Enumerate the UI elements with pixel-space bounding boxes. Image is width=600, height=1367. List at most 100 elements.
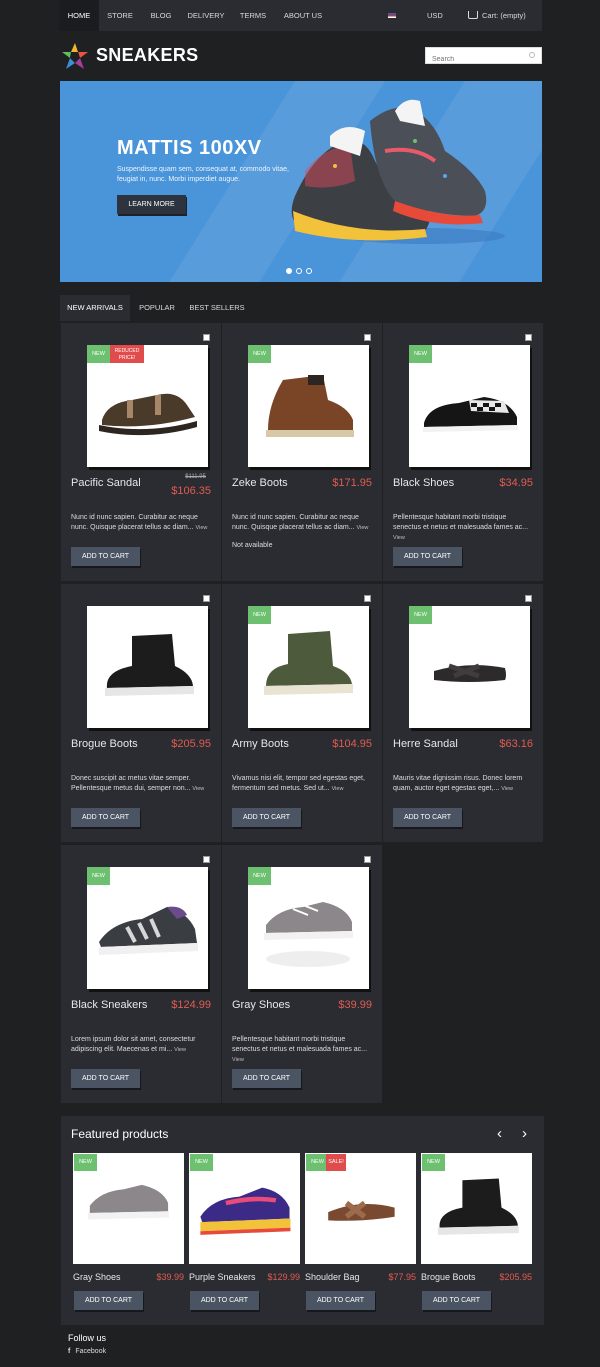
cart-icon xyxy=(468,11,478,19)
add-to-cart-button[interactable]: ADD TO CART xyxy=(190,1291,259,1310)
product-card: NEW Black Shoes $34.95 Pellentesque habi… xyxy=(383,323,543,581)
old-price: $111.95 xyxy=(185,474,206,480)
compare-checkbox[interactable] xyxy=(525,334,532,341)
product-price: $39.99 xyxy=(338,999,372,1011)
new-badge: NEW xyxy=(87,867,110,885)
description-text: Donec suscipit ac metus vitae semper. Pe… xyxy=(71,775,191,792)
nav-terms[interactable]: TERMS xyxy=(233,0,273,31)
add-to-cart-button[interactable]: ADD TO CART xyxy=(71,547,140,566)
product-image[interactable]: NEW xyxy=(409,606,530,728)
view-link[interactable]: View xyxy=(357,525,369,531)
product-price: $104.95 xyxy=(332,738,372,750)
new-badge: NEW xyxy=(409,345,432,363)
learn-more-button[interactable]: LEARN MORE xyxy=(117,195,186,214)
view-link[interactable]: View xyxy=(196,525,208,531)
tab-new-arrivals[interactable]: NEW ARRIVALS xyxy=(60,295,130,321)
search-icon[interactable] xyxy=(529,52,535,58)
compare-checkbox[interactable] xyxy=(364,856,371,863)
product-image[interactable]: NEW xyxy=(248,867,369,989)
product-image[interactable]: NEW xyxy=(409,345,530,467)
featured-name[interactable]: Gray Shoes xyxy=(73,1272,121,1282)
product-name[interactable]: Gray Shoes xyxy=(232,997,317,1014)
product-image[interactable]: NEW xyxy=(248,606,369,728)
product-description: Mauris vitae dignissim risus. Donec lore… xyxy=(393,774,535,794)
nav-delivery[interactable]: DELIVERY xyxy=(183,0,229,31)
facebook-icon: f xyxy=(68,1348,71,1355)
product-description: Donec suscipit ac metus vitae semper. Pe… xyxy=(71,774,213,794)
view-link[interactable]: View xyxy=(332,786,344,792)
product-name[interactable]: Herre Sandal xyxy=(393,736,478,753)
add-to-cart-button[interactable]: ADD TO CART xyxy=(422,1291,491,1310)
add-to-cart-button[interactable]: ADD TO CART xyxy=(393,547,462,566)
logo-text[interactable]: SNEAKERS xyxy=(96,45,198,66)
carousel-dot-1[interactable] xyxy=(286,268,292,274)
featured-name[interactable]: Brogue Boots xyxy=(421,1272,476,1282)
view-link[interactable]: View xyxy=(174,1047,186,1053)
compare-checkbox[interactable] xyxy=(364,595,371,602)
currency-selector[interactable]: USD xyxy=(427,0,443,31)
nav-home[interactable]: HOME xyxy=(59,0,99,31)
nav-about-us[interactable]: ABOUT US xyxy=(277,0,329,31)
top-navigation-bar: HOME STORE BLOG DELIVERY TERMS ABOUT US … xyxy=(59,0,542,31)
tab-popular[interactable]: POPULAR xyxy=(134,295,180,321)
featured-name[interactable]: Shoulder Bag xyxy=(305,1272,360,1282)
product-image[interactable]: NEW REDUCED PRICE! xyxy=(87,345,208,467)
tab-best-sellers[interactable]: BEST SELLERS xyxy=(184,295,250,321)
view-link[interactable]: View xyxy=(232,1057,244,1063)
product-name[interactable]: Black Shoes xyxy=(393,475,478,492)
add-to-cart-button[interactable]: ADD TO CART xyxy=(71,1069,140,1088)
product-name[interactable]: Brogue Boots xyxy=(71,736,156,753)
black-shoe-image xyxy=(423,397,518,432)
compare-checkbox[interactable] xyxy=(203,856,210,863)
featured-image[interactable]: NEW SALE! xyxy=(305,1153,416,1264)
product-image[interactable]: NEW xyxy=(248,345,369,467)
product-card: NEW Herre Sandal $63.16 Mauris vitae dig… xyxy=(383,584,543,842)
featured-image[interactable]: NEW xyxy=(73,1153,184,1264)
featured-price: $205.95 xyxy=(499,1272,532,1282)
view-link[interactable]: View xyxy=(393,535,405,541)
facebook-link[interactable]: f Facebook xyxy=(68,1348,106,1355)
product-description: Nunc id nunc sapien. Curabitur ac neque … xyxy=(232,513,374,533)
add-to-cart-button[interactable]: ADD TO CART xyxy=(74,1291,143,1310)
cart-link[interactable]: Cart: (empty) xyxy=(468,0,526,31)
chevron-left-icon[interactable]: ‹ xyxy=(497,1125,502,1142)
view-link[interactable]: View xyxy=(501,786,513,792)
featured-image[interactable]: NEW xyxy=(421,1153,532,1264)
featured-name[interactable]: Purple Sneakers xyxy=(189,1272,256,1282)
compare-checkbox[interactable] xyxy=(203,334,210,341)
logo-star-icon[interactable] xyxy=(61,42,89,70)
product-name[interactable]: Army Boots xyxy=(232,736,317,753)
product-name[interactable]: Zeke Boots xyxy=(232,475,317,492)
product-card: NEW Gray Shoes $39.99 Pellentesque habit… xyxy=(222,845,382,1103)
sandal-image xyxy=(99,393,197,436)
compare-checkbox[interactable] xyxy=(203,595,210,602)
carousel-dot-2[interactable] xyxy=(296,268,302,274)
product-image[interactable]: NEW xyxy=(87,867,208,989)
add-to-cart-button[interactable]: ADD TO CART xyxy=(232,808,301,827)
chevron-right-icon[interactable]: › xyxy=(522,1125,527,1142)
featured-image[interactable]: NEW xyxy=(189,1153,300,1264)
cart-label: Cart: (empty) xyxy=(482,11,526,20)
add-to-cart-button[interactable]: ADD TO CART xyxy=(71,808,140,827)
nav-blog[interactable]: BLOG xyxy=(142,0,180,31)
nav-store[interactable]: STORE xyxy=(101,0,139,31)
carousel-dot-3[interactable] xyxy=(306,268,312,274)
boot-image xyxy=(266,375,354,437)
product-name[interactable]: Black Sneakers xyxy=(71,997,156,1014)
compare-checkbox[interactable] xyxy=(525,595,532,602)
brogue-boot-image xyxy=(105,634,194,696)
add-to-cart-button[interactable]: ADD TO CART xyxy=(232,1069,301,1088)
product-name[interactable]: Pacific Sandal xyxy=(71,475,156,492)
add-to-cart-button[interactable]: ADD TO CART xyxy=(306,1291,375,1310)
add-to-cart-button[interactable]: ADD TO CART xyxy=(393,808,462,827)
view-link[interactable]: View xyxy=(192,786,204,792)
hero-banner[interactable]: MATTIS 100XV Suspendisse quam sem, conse… xyxy=(60,81,542,282)
compare-checkbox[interactable] xyxy=(364,334,371,341)
product-image[interactable] xyxy=(87,606,208,728)
search-input[interactable] xyxy=(426,52,521,67)
product-card: NEW Army Boots $104.95 Vivamus nisi elit… xyxy=(222,584,382,842)
featured-price: $39.99 xyxy=(156,1272,184,1282)
new-badge: NEW xyxy=(248,606,271,624)
language-flag-icon[interactable] xyxy=(388,13,396,18)
featured-price: $129.99 xyxy=(267,1272,300,1282)
